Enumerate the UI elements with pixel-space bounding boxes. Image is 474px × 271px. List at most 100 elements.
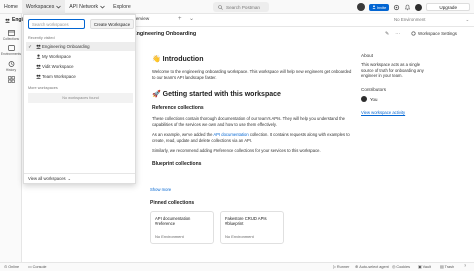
nav-workspaces-label: Workspaces	[25, 3, 55, 10]
more-workspaces-header: More workspaces	[28, 86, 58, 90]
no-workspaces-message: No workspaces found	[28, 93, 133, 103]
vault-icon: ▣	[418, 265, 422, 269]
workspace-item-label: Vidit Workspace	[42, 64, 74, 69]
rail-environments[interactable]: Environments	[0, 45, 22, 56]
status-bar: ⊙ Online ▭ Console ▷ Runner ⊕ Auto-select ag…	[0, 262, 474, 271]
checkmark-icon: ✓	[28, 43, 32, 49]
status-vault[interactable]: ▣ Vault	[418, 264, 431, 270]
online-label: Online	[8, 264, 20, 269]
share-icon[interactable]: ✎	[385, 31, 389, 37]
nav-api-network[interactable]: API Network	[65, 0, 109, 14]
nav-home[interactable]: Home	[0, 0, 22, 14]
create-workspace-button[interactable]: Create Workspace	[90, 19, 134, 29]
status-agent[interactable]: ⊕ Auto-select agent	[355, 264, 389, 270]
workspace-item[interactable]: Vidit Workspace	[26, 62, 135, 71]
workspace-search-placeholder: Search workspaces	[32, 21, 69, 27]
environment-selector[interactable]: No Environment ⌄	[394, 17, 469, 23]
pinned-card-tag: #blueprint	[225, 221, 244, 227]
nav-explore[interactable]: Explore	[109, 0, 135, 14]
workspace-icon	[34, 74, 42, 79]
invite-button[interactable]: Invite	[368, 3, 390, 11]
global-search-placeholder: Search Postman	[226, 4, 260, 10]
chevron-down-icon: ⌄	[465, 17, 470, 22]
vault-label: Vault	[422, 264, 431, 269]
grid-icon	[7, 76, 15, 83]
rail-collections-label: Collections	[2, 37, 20, 41]
workspace-activity-link[interactable]: View workspace activity	[361, 110, 405, 115]
about-text: This workspace acts as a single source o…	[361, 62, 424, 79]
rail-more[interactable]	[0, 76, 22, 84]
workspace-item[interactable]: My Workspace	[26, 52, 135, 61]
api-documentation-link[interactable]: API documentation	[213, 132, 248, 137]
nav-api-network-label: API Network	[69, 3, 99, 10]
workspace-settings-button[interactable]: Workspace Settings	[411, 31, 457, 36]
intro-text: Welcome to the engineering onboarding wo…	[152, 69, 352, 80]
pinned-card[interactable]: Fakestore CRUD APIs #blueprint No Enviro…	[220, 211, 284, 244]
global-search[interactable]: Search Postman	[213, 2, 269, 12]
nav-workspaces[interactable]: Workspaces	[21, 0, 66, 14]
avatar[interactable]	[415, 3, 423, 11]
status-cookies[interactable]: ◎ Cookies	[392, 264, 410, 270]
workspace-icon	[5, 18, 10, 23]
pinned-collections-title: Pinned collections	[150, 200, 195, 206]
environments-icon	[7, 45, 15, 51]
status-console[interactable]: ▭ Console	[28, 264, 47, 270]
runner-icon: ▷	[333, 265, 336, 269]
status-runner[interactable]: ▷ Runner	[333, 264, 350, 270]
chevron-down-icon	[56, 5, 62, 8]
left-rail: Collections Environments History	[0, 14, 22, 262]
reference-example-pre: As an example, we've added the	[152, 132, 214, 137]
workspace-settings-label: Workspace Settings	[418, 31, 457, 36]
contributor-you: You	[361, 96, 377, 102]
search-icon	[218, 4, 223, 10]
top-bar: Home Workspaces API Network Explore Sear…	[0, 0, 474, 14]
tab-options-button[interactable]: ⌄	[189, 15, 194, 22]
workspace-icon	[34, 44, 42, 49]
getting-started-heading: 🚀 Getting started with this workspace	[152, 91, 281, 98]
upgrade-button[interactable]: Upgrade	[426, 3, 470, 11]
more-icon[interactable]: ⋯	[395, 31, 400, 37]
runner-label: Runner	[336, 264, 350, 269]
new-tab-button[interactable]: +	[178, 16, 182, 22]
team-avatar-icon[interactable]	[356, 3, 365, 11]
pinned-card-env: No Environment	[155, 233, 184, 239]
overview-content: 👋 Introduction Welcome to the engineerin…	[152, 55, 352, 167]
workspace-icon	[34, 54, 42, 59]
workspaces-dropdown: Search workspaces Create Workspace Recen…	[23, 14, 136, 184]
blueprint-heading: Blueprint collections	[152, 161, 202, 167]
pinned-card-tag: #reference	[155, 221, 176, 227]
rail-environments-label: Environments	[0, 52, 22, 56]
reference-example-text: As an example, we've added the API docum…	[152, 132, 352, 144]
workspace-icon	[34, 64, 42, 69]
rail-history[interactable]: History	[0, 61, 22, 72]
trash-icon: ▤	[440, 265, 444, 269]
chevron-down-icon: ⌄	[67, 176, 72, 181]
workspace-item[interactable]: Team Workspace	[26, 72, 135, 81]
contributors-title: Contributors	[361, 87, 387, 92]
pinned-card[interactable]: API documentation #reference No Environm…	[150, 211, 214, 244]
view-all-workspaces-link[interactable]: View all workspaces ⌄	[24, 173, 135, 183]
add-user-icon	[372, 5, 376, 9]
status-online[interactable]: ⊙ Online	[4, 264, 20, 270]
bell-icon[interactable]	[404, 4, 411, 11]
agent-label: Auto-select agent	[359, 264, 389, 269]
show-more-link[interactable]: Show more	[150, 187, 171, 192]
rail-collections[interactable]: Collections	[0, 30, 22, 41]
workspace-item[interactable]: ✓ Engineering Onboarding	[26, 42, 135, 51]
workspace-title: Engineering Onboarding	[133, 31, 197, 37]
history-icon	[8, 61, 14, 67]
workspace-search-input[interactable]: Search workspaces	[28, 19, 85, 29]
settings-icon[interactable]	[393, 4, 400, 11]
agent-icon: ⊕	[355, 265, 359, 269]
help-icon: ?	[464, 264, 467, 268]
workspace-item-label: Team Workspace	[42, 74, 76, 79]
environment-label: No Environment	[394, 17, 426, 22]
view-all-label: View all workspaces	[28, 176, 66, 181]
status-trash[interactable]: ▤ Trash	[440, 264, 454, 270]
status-help[interactable]: ?	[464, 264, 466, 268]
tab-strip: Overview + ⌄ No Environment ⌄	[130, 14, 474, 27]
collections-icon	[7, 30, 15, 36]
pinned-card-env: No Environment	[225, 233, 254, 239]
about-panel: About This workspace acts as a single so…	[361, 53, 431, 79]
console-label: Console	[32, 264, 47, 269]
